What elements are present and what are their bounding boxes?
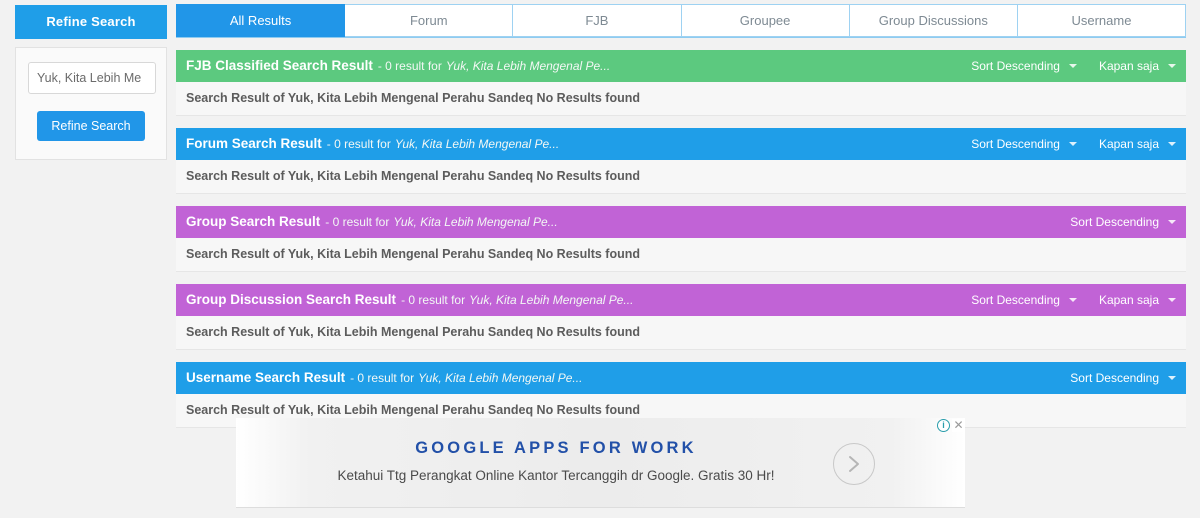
section-controls: Sort Descending Kapan saja — [949, 293, 1176, 307]
section-query: Yuk, Kita Lebih Mengenal Pe... — [394, 137, 560, 151]
tab-username[interactable]: Username — [1017, 4, 1187, 37]
section-title: Group Discussion Search Result — [186, 292, 397, 307]
tab-label: Groupee — [739, 12, 791, 28]
sort-descending-dropdown[interactable]: Sort Descending — [971, 59, 1077, 73]
chevron-down-icon — [1068, 142, 1077, 146]
sort-label: Sort Descending — [1070, 371, 1159, 385]
refine-search-panel: Refine Search — [15, 47, 167, 160]
result-section-fjb-classified: FJB Classified Search Result - 0 result … — [176, 50, 1186, 116]
tab-label: All Results — [229, 12, 292, 28]
time-filter-dropdown[interactable]: Kapan saja — [1099, 59, 1176, 73]
section-title: Group Search Result — [186, 214, 321, 229]
section-controls: Sort Descending — [1048, 371, 1176, 385]
refine-search-button[interactable]: Refine Search — [37, 111, 145, 141]
tab-groupee[interactable]: Groupee — [681, 4, 850, 37]
section-meta: - 0 result for — [401, 293, 466, 307]
sort-descending-dropdown[interactable]: Sort Descending — [971, 137, 1077, 151]
chevron-down-icon — [1068, 298, 1077, 302]
section-meta: - 0 result for — [326, 137, 391, 151]
sort-label: Sort Descending — [971, 137, 1060, 151]
ad-title: GOOGLE APPS FOR WORK — [415, 439, 697, 457]
tab-label: Username — [1071, 12, 1132, 28]
ad-next-arrow-icon[interactable] — [833, 443, 875, 485]
section-body: Search Result of Yuk, Kita Lebih Mengena… — [176, 238, 1186, 272]
section-title: Username Search Result — [186, 370, 346, 385]
sort-label: Sort Descending — [971, 59, 1060, 73]
results-tab-bar: All Results Forum FJB Groupee Group Disc… — [176, 4, 1187, 38]
section-controls: Sort Descending Kapan saja — [949, 137, 1176, 151]
result-section-group-discussion: Group Discussion Search Result - 0 resul… — [176, 284, 1186, 350]
section-controls: Sort Descending — [1048, 215, 1176, 229]
section-query: Yuk, Kita Lebih Mengenal Pe... — [469, 293, 634, 307]
time-label: Kapan saja — [1098, 137, 1159, 151]
advertisement-banner[interactable]: i ✕ GOOGLE APPS FOR WORK Ketahui Ttg Per… — [236, 418, 965, 510]
result-section-forum: Forum Search Result - 0 result for Yuk, … — [176, 128, 1186, 194]
tab-label: Forum — [409, 12, 448, 28]
ad-content[interactable]: i ✕ GOOGLE APPS FOR WORK Ketahui Ttg Per… — [236, 418, 965, 508]
refine-search-sidebar: Refine Search Refine Search — [15, 5, 167, 160]
section-title: FJB Classified Search Result — [186, 58, 373, 73]
search-input[interactable] — [28, 62, 156, 94]
tab-forum[interactable]: Forum — [345, 4, 514, 37]
chevron-down-icon — [1168, 142, 1176, 146]
section-meta: - 0 result for — [325, 215, 390, 229]
sort-descending-dropdown[interactable]: Sort Descending — [1070, 215, 1176, 229]
time-label: Kapan saja — [1098, 293, 1159, 307]
time-filter-dropdown[interactable]: Kapan saja — [1099, 293, 1176, 307]
sort-descending-dropdown[interactable]: Sort Descending — [1070, 371, 1176, 385]
ad-text-block: GOOGLE APPS FOR WORK Ketahui Ttg Perangk… — [236, 438, 876, 484]
tab-group-discussions[interactable]: Group Discussions — [849, 4, 1018, 37]
chevron-down-icon — [1168, 376, 1176, 380]
section-header: Forum Search Result - 0 result for Yuk, … — [176, 128, 1186, 160]
chevron-down-icon — [1168, 64, 1176, 68]
adchoices-info-icon[interactable]: i — [937, 418, 950, 432]
sort-descending-dropdown[interactable]: Sort Descending — [971, 293, 1077, 307]
section-query: Yuk, Kita Lebih Mengenal Pe... — [445, 59, 611, 73]
tab-all-results[interactable]: All Results — [176, 4, 346, 37]
section-query: Yuk, Kita Lebih Mengenal Pe... — [418, 371, 583, 385]
chevron-down-icon — [1168, 298, 1176, 302]
time-label: Kapan saja — [1098, 59, 1159, 73]
close-icon[interactable]: ✕ — [952, 418, 965, 432]
section-body: Search Result of Yuk, Kita Lebih Mengena… — [176, 160, 1186, 194]
section-body: Search Result of Yuk, Kita Lebih Mengena… — [176, 82, 1186, 116]
section-header: Group Search Result - 0 result for Yuk, … — [176, 206, 1186, 238]
section-title: Forum Search Result — [186, 136, 322, 151]
section-header: FJB Classified Search Result - 0 result … — [176, 50, 1186, 82]
refine-search-header: Refine Search — [15, 5, 167, 39]
section-header: Group Discussion Search Result - 0 resul… — [176, 284, 1186, 316]
search-results-page: Refine Search Refine Search All Results … — [0, 0, 1200, 518]
ad-description: Ketahui Ttg Perangkat Online Kantor Terc… — [337, 468, 775, 483]
main-content: All Results Forum FJB Groupee Group Disc… — [176, 4, 1187, 428]
tab-label: FJB — [585, 12, 609, 28]
chevron-down-icon — [1068, 64, 1077, 68]
sort-label: Sort Descending — [1070, 215, 1159, 229]
chevron-down-icon — [1168, 220, 1176, 224]
section-controls: Sort Descending Kapan saja — [949, 59, 1176, 73]
section-query: Yuk, Kita Lebih Mengenal Pe... — [393, 215, 558, 229]
section-body: Search Result of Yuk, Kita Lebih Mengena… — [176, 316, 1186, 350]
sort-label: Sort Descending — [971, 293, 1060, 307]
result-section-group: Group Search Result - 0 result for Yuk, … — [176, 206, 1186, 272]
section-header: Username Search Result - 0 result for Yu… — [176, 362, 1186, 394]
time-filter-dropdown[interactable]: Kapan saja — [1099, 137, 1176, 151]
ad-badges: i ✕ — [937, 418, 965, 432]
section-meta: - 0 result for — [377, 59, 442, 73]
tab-fjb[interactable]: FJB — [513, 4, 682, 37]
tab-label: Group Discussions — [878, 12, 988, 28]
section-meta: - 0 result for — [350, 371, 415, 385]
